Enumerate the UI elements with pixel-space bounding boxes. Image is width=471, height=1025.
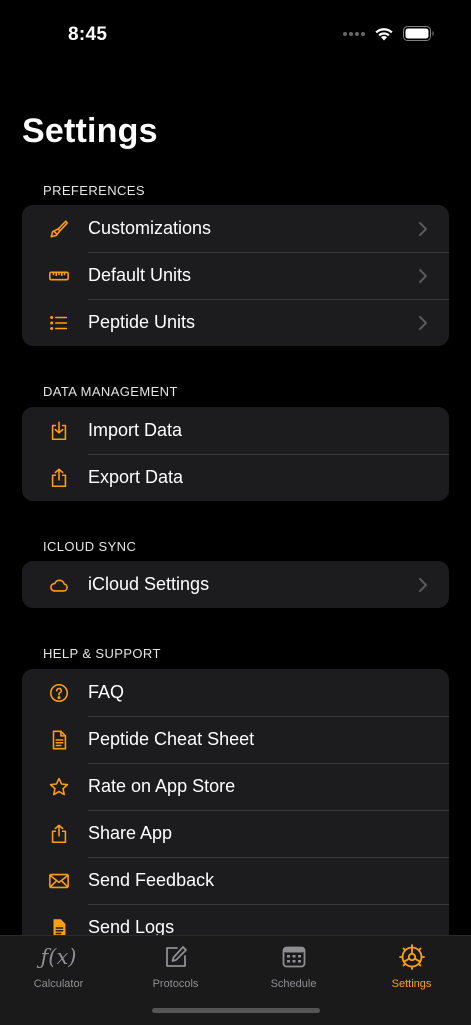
row-label: Default Units bbox=[88, 265, 192, 285]
chevron-right-icon bbox=[419, 315, 427, 330]
home-indicator bbox=[152, 1008, 320, 1013]
row-label: Rate on App Store bbox=[88, 776, 236, 796]
row-send-logs[interactable]: Send Logs bbox=[22, 904, 449, 935]
gear-icon bbox=[398, 942, 426, 972]
ruler-icon bbox=[47, 264, 71, 288]
section-header-data-management: DATA MANAGEMENT bbox=[43, 384, 178, 399]
row-label: Import Data bbox=[88, 420, 183, 440]
status-icons bbox=[343, 26, 435, 41]
battery-icon bbox=[403, 26, 434, 41]
wifi-icon bbox=[375, 28, 393, 41]
tab-label: Calculator bbox=[33, 978, 84, 990]
help-support-group: FAQ Peptide Cheat Sheet Rate on App Stor… bbox=[22, 669, 449, 935]
row-label: Share App bbox=[88, 823, 173, 843]
row-label: Send Logs bbox=[88, 917, 175, 935]
share-icon bbox=[47, 822, 71, 846]
edit-square-icon bbox=[163, 942, 189, 972]
row-peptide-units[interactable]: Peptide Units bbox=[22, 299, 449, 346]
settings-scroll-view[interactable]: 8:45 Settings PREFERENCES Customizations… bbox=[0, 0, 471, 935]
row-rate-on-app-store[interactable]: Rate on App Store bbox=[22, 763, 449, 810]
calendar-icon bbox=[281, 942, 307, 972]
envelope-icon bbox=[47, 869, 71, 893]
chevron-right-icon bbox=[419, 577, 427, 592]
section-header-preferences: PREFERENCES bbox=[43, 183, 145, 198]
page-title: Settings bbox=[22, 112, 158, 150]
section-header-help-support: HELP & SUPPORT bbox=[43, 646, 161, 661]
row-icloud-settings[interactable]: iCloud Settings bbox=[22, 561, 449, 608]
paintbrush-icon bbox=[47, 217, 71, 241]
tab-protocols[interactable]: Protocols bbox=[117, 942, 234, 998]
row-default-units[interactable]: Default Units bbox=[22, 252, 449, 299]
tab-calculator[interactable]: ƒ(x) Calculator bbox=[0, 942, 117, 998]
function-icon: ƒ(x) bbox=[40, 945, 77, 969]
tab-label: Protocols bbox=[152, 978, 199, 990]
tab-label: Settings bbox=[391, 978, 432, 990]
row-label: iCloud Settings bbox=[88, 574, 210, 594]
row-label: Customizations bbox=[88, 218, 212, 238]
row-label: Peptide Cheat Sheet bbox=[88, 729, 255, 749]
star-icon bbox=[47, 775, 71, 799]
row-label: Send Feedback bbox=[88, 870, 215, 890]
row-import-data[interactable]: Import Data bbox=[22, 407, 449, 454]
share-upload-icon bbox=[47, 466, 71, 490]
question-circle-icon bbox=[47, 681, 71, 705]
status-time: 8:45 bbox=[68, 24, 108, 45]
document-filled-icon bbox=[47, 916, 71, 935]
tab-schedule[interactable]: Schedule bbox=[235, 942, 352, 998]
document-icon bbox=[47, 728, 71, 752]
chevron-right-icon bbox=[419, 268, 427, 283]
data-management-group: Import Data Export Data bbox=[22, 407, 449, 501]
tray-download-icon bbox=[47, 419, 71, 443]
cellular-signal-icon bbox=[343, 31, 365, 36]
icloud-sync-group: iCloud Settings bbox=[22, 561, 449, 608]
row-send-feedback[interactable]: Send Feedback bbox=[22, 857, 449, 904]
status-bar: 8:45 bbox=[0, 0, 471, 70]
row-label: FAQ bbox=[88, 682, 125, 702]
row-customizations[interactable]: Customizations bbox=[22, 205, 449, 252]
row-label: Peptide Units bbox=[88, 312, 196, 332]
cloud-icon bbox=[47, 573, 71, 597]
list-icon bbox=[47, 311, 71, 335]
preferences-group: Customizations Default Units Peptide Uni… bbox=[22, 205, 449, 346]
tab-label: Schedule bbox=[270, 978, 317, 990]
row-export-data[interactable]: Export Data bbox=[22, 454, 449, 501]
tab-settings[interactable]: Settings bbox=[353, 942, 470, 998]
row-share-app[interactable]: Share App bbox=[22, 810, 449, 857]
row-label: Export Data bbox=[88, 467, 184, 487]
row-faq[interactable]: FAQ bbox=[22, 669, 449, 716]
row-peptide-cheat-sheet[interactable]: Peptide Cheat Sheet bbox=[22, 716, 449, 763]
chevron-right-icon bbox=[419, 221, 427, 236]
section-header-icloud-sync: ICLOUD SYNC bbox=[43, 539, 137, 554]
